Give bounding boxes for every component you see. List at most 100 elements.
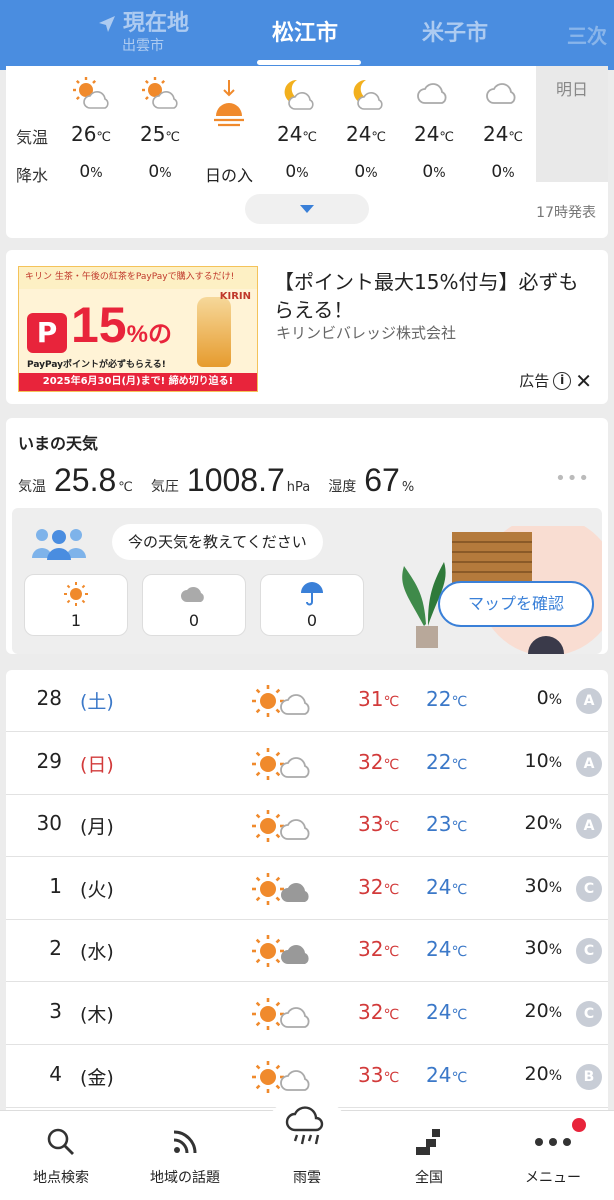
vote-cloudy-count: 0 — [188, 611, 200, 630]
forecast-low: 22℃ — [426, 687, 467, 711]
tab-miyoshi-label: 三次 — [567, 24, 607, 48]
forecast-high: 33℃ — [358, 1063, 399, 1087]
forecast-high: 32℃ — [358, 1000, 399, 1024]
forecast-day-row[interactable]: 30 (月) 33℃ 23℃ 20% A — [6, 795, 608, 858]
moon-cloud-icon — [331, 74, 401, 114]
forecast-low: 24℃ — [426, 937, 467, 961]
sunset-icon — [194, 72, 264, 134]
hourly-forecast-card[interactable]: 気温 降水 26℃ 0% 25℃ 0% 日の入 24℃ 0% 24℃ 0% 24… — [6, 66, 608, 238]
sun-cloud-icon — [250, 745, 316, 783]
hourly-temp: 24 — [276, 122, 303, 146]
weekly-forecast-card: 28 (土) 31℃ 22℃ 0% A 29 (日) 32℃ 22℃ 10% A 30 (月) 33℃ 23℃… — [6, 670, 608, 1140]
low-temp-value: 24 — [426, 1000, 452, 1024]
forecast-rain: 0% — [490, 687, 562, 709]
vote-cloudy-button[interactable]: 0 — [142, 574, 246, 636]
sun-cloud-icon — [250, 807, 316, 845]
hourly-rain: 0 — [285, 162, 297, 182]
tab-yonago-label: 米子市 — [421, 21, 488, 46]
ad-tag[interactable]: 広告 i ✕ — [519, 370, 592, 391]
ad-label: 広告 — [519, 372, 550, 390]
nav-search-label: 地点検索 — [33, 1170, 89, 1186]
cloud-icon — [399, 74, 469, 114]
forecast-weekday: (日) — [80, 753, 114, 776]
humidity-label: 湿度 — [328, 479, 357, 495]
forecast-day-row[interactable]: 1 (火) 32℃ 24℃ 30% C — [6, 858, 608, 920]
temp-unit: ℃ — [383, 756, 400, 773]
high-temp-value: 32 — [358, 937, 384, 962]
temp-unit: ℃ — [383, 819, 400, 836]
expand-hourly-button[interactable] — [245, 194, 369, 224]
rain-unit: % — [548, 879, 562, 896]
nav-search[interactable]: 地点検索 — [6, 1111, 116, 1200]
forecast-high: 31℃ — [358, 687, 399, 711]
rain-unit: % — [433, 166, 446, 181]
umbrella-icon — [261, 581, 363, 607]
header-bar: 現在地 出雲市 松江市 米子市 三次 — [0, 0, 614, 70]
nav-nationwide[interactable]: 全国 — [374, 1111, 484, 1200]
ad-card[interactable]: キリン 生茶・午後の紅茶をPayPayで購入するだけ! P 15%の PayPa… — [6, 250, 608, 404]
more-options-icon[interactable]: ••• — [555, 468, 590, 489]
hourly-temp: 25 — [139, 122, 166, 146]
reliability-badge: A — [576, 688, 602, 714]
nav-menu[interactable]: メニュー — [498, 1111, 608, 1200]
reliability-badge: C — [576, 938, 602, 965]
hourly-rain: 0 — [422, 162, 434, 182]
nav-local-topics[interactable]: 地域の話題 — [130, 1111, 240, 1200]
nav-rain-cloud[interactable]: 雨雲 — [252, 1106, 362, 1200]
moon-cloud-icon — [262, 74, 332, 114]
nav-nationwide-label: 全国 — [415, 1170, 443, 1186]
ad-banner-image[interactable]: キリン 生茶・午後の紅茶をPayPayで購入するだけ! P 15%の PayPa… — [18, 266, 258, 392]
sun-cloud-icon — [250, 682, 316, 720]
check-map-button[interactable]: マップを確認 — [438, 581, 594, 627]
hourly-temp: 24 — [345, 122, 372, 146]
forecast-day-row[interactable]: 3 (木) 32℃ 24℃ 20% C — [6, 983, 608, 1045]
temp-unit: ℃ — [451, 756, 468, 773]
feed-icon — [130, 1125, 240, 1159]
tab-miyoshi[interactable]: 三次 — [560, 20, 614, 49]
forecast-day-row[interactable]: 28 (土) 31℃ 22℃ 0% A — [6, 670, 608, 732]
forecast-date: 1 — [49, 873, 62, 898]
temp-unit: ℃ — [383, 1007, 400, 1023]
forecast-low: 24℃ — [426, 875, 467, 899]
temp-unit: ℃ — [383, 881, 400, 898]
current-weather-values: 気温 25.8 ℃ 気圧 1008.7 hPa 湿度 67 % — [18, 462, 432, 499]
forecast-high: 32℃ — [358, 875, 399, 899]
temp-unit: ℃ — [451, 881, 468, 898]
nav-rain-cloud-label: 雨雲 — [293, 1170, 321, 1186]
weather-report-panel: 今の天気を教えてください 1 0 0 マップを確認 — [12, 508, 602, 654]
vote-sunny-button[interactable]: 1 — [24, 574, 128, 636]
temp-value: 25.8 — [54, 462, 117, 498]
more-icon — [498, 1125, 608, 1159]
sun-cloud-icon — [56, 74, 126, 114]
low-temp-value: 24 — [426, 874, 452, 899]
close-icon[interactable]: ✕ — [575, 371, 592, 391]
ad-info-icon[interactable]: i — [553, 371, 572, 390]
sun-cloudy-icon — [250, 932, 316, 970]
sun-cloud-icon — [125, 74, 195, 114]
forecast-day-row[interactable]: 2 (水) 32℃ 24℃ 30% C — [6, 920, 608, 983]
tab-yonago[interactable]: 米子市 — [405, 20, 505, 48]
ad-title[interactable]: 【ポイント最大15%付与】必ずもらえる！ — [274, 268, 594, 324]
hourly-rain: 0 — [148, 162, 160, 182]
rain-value: 30 — [524, 874, 549, 897]
forecast-rain: 20% — [490, 1000, 563, 1022]
forecast-rain: 30% — [490, 937, 563, 959]
reliability-badge: A — [576, 813, 602, 840]
forecast-high: 32℃ — [358, 750, 399, 774]
temp-unit: ℃ — [451, 1069, 468, 1086]
tab-current-location[interactable]: 現在地 出雲市 — [88, 10, 198, 54]
paypay-logo: P — [27, 313, 67, 353]
tab-matsue[interactable]: 松江市 — [250, 20, 360, 48]
rain-value: 0 — [536, 687, 549, 709]
temp-unit: ℃ — [451, 944, 468, 961]
sun-icon — [25, 581, 127, 607]
report-prompt: 今の天気を教えてください — [112, 524, 323, 560]
ad-banner-top-text: キリン 生茶・午後の紅茶をPayPayで購入するだけ! — [19, 267, 257, 289]
hourly-temp: 24 — [413, 122, 440, 146]
vote-rainy-button[interactable]: 0 — [260, 574, 364, 636]
forecast-rain: 30% — [490, 874, 563, 897]
chevron-down-icon — [300, 205, 314, 213]
forecast-day-row[interactable]: 29 (日) 32℃ 22℃ 10% A — [6, 733, 608, 795]
nav-menu-label: メニュー — [525, 1170, 581, 1186]
rain-unit: % — [90, 166, 103, 181]
